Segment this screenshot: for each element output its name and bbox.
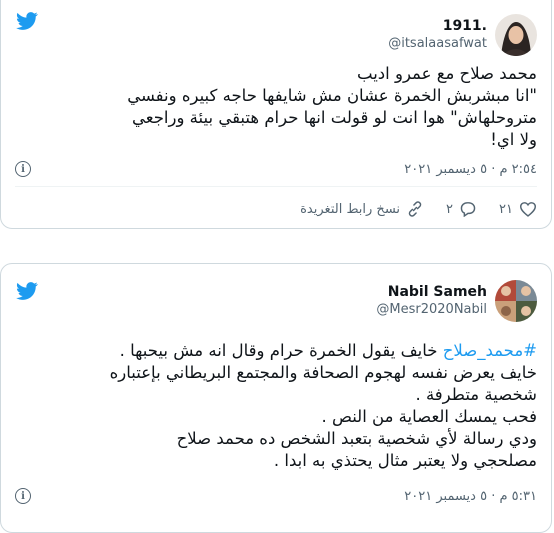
avatar-image (495, 14, 537, 56)
tweet-line: مصلحجي ولا يعتبر مثال يحتذي به ابدا . (273, 451, 537, 470)
avatar-image (495, 280, 537, 322)
display-name[interactable]: 1911. (388, 17, 487, 35)
tweet-text: محمد صلاح مع عمرو اديب "انا مبشربش الخمر… (15, 63, 537, 151)
tweet-meta: ٥:٣١ م · ٥ ديسمبر ٢٠٢١ i (15, 486, 537, 506)
tweet-line: متروحلهاش" هوا انت لو قولت انها حرام هتب… (132, 108, 537, 127)
tweet-line: ولا اي! (490, 130, 537, 149)
twitter-bird-icon[interactable] (14, 280, 40, 302)
timestamp[interactable]: ٥:٣١ م · ٥ ديسمبر ٢٠٢١ (404, 489, 537, 504)
link-icon (408, 201, 422, 217)
tweet-line: فحب يمسك العصاية من النص . (321, 407, 537, 426)
tweet-text: #محمد_صلاح خايف يقول الخمرة حرام وقال ان… (15, 340, 537, 472)
display-name[interactable]: Nabil Sameh (376, 283, 487, 301)
avatar[interactable] (495, 14, 537, 56)
tweet-meta: ٢:٥٤ م · ٥ ديسمبر ٢٠٢١ i (15, 159, 537, 179)
tweet-line: "انا مبشربش الخمرة عشان مش شايفها حاجه ك… (127, 86, 537, 105)
reply-count: ٢ (446, 201, 454, 217)
avatar[interactable] (495, 280, 537, 322)
tweet-line: محمد صلاح مع عمرو اديب (357, 64, 537, 83)
hashtag-link[interactable]: #محمد_صلاح (443, 341, 537, 360)
timestamp[interactable]: ٢:٥٤ م · ٥ ديسمبر ٢٠٢١ (404, 162, 537, 177)
like-button[interactable]: ٢١ (499, 201, 537, 217)
tweet-header: Nabil Sameh @Mesr2020Nabil (376, 278, 537, 324)
reply-button[interactable]: ٢ (446, 201, 477, 217)
reply-icon (460, 202, 476, 217)
info-icon[interactable]: i (15, 488, 31, 504)
tweet-line: ودي رسالة لأي شخصية بتعبد الشخص ده محمد … (176, 429, 537, 448)
tweet-line-rest: خايف يقول الخمرة حرام وقال انه مش بيحبها… (119, 341, 443, 360)
tweet-line: شخصية متطرفة . (415, 385, 537, 404)
tweet-line: #محمد_صلاح خايف يقول الخمرة حرام وقال ان… (15, 340, 537, 362)
copy-link-label: نسخ رابط التغريدة (300, 201, 401, 217)
action-bar: ٢١ ٢ نسخ رابط التغريدة (15, 198, 537, 220)
copy-link-button[interactable]: نسخ رابط التغريدة (300, 201, 424, 217)
like-count: ٢١ (499, 201, 513, 217)
user-handle[interactable]: @itsalaasafwat (388, 35, 487, 53)
tweet-card-2[interactable]: Nabil Sameh @Mesr2020Nabil #محمد_صلاح خا… (0, 263, 552, 533)
info-icon[interactable]: i (15, 161, 31, 177)
tweet-line: خايف يعرض نفسه لهجوم الصحافة والمجتمع ال… (109, 363, 537, 382)
heart-icon (519, 202, 537, 217)
divider (15, 186, 537, 187)
user-handle[interactable]: @Mesr2020Nabil (376, 301, 487, 319)
tweet-card-1[interactable]: 1911. @itsalaasafwat محمد صلاح مع عمرو ا… (0, 0, 552, 229)
twitter-bird-icon[interactable] (14, 10, 40, 32)
tweet-header: 1911. @itsalaasafwat (388, 12, 537, 58)
